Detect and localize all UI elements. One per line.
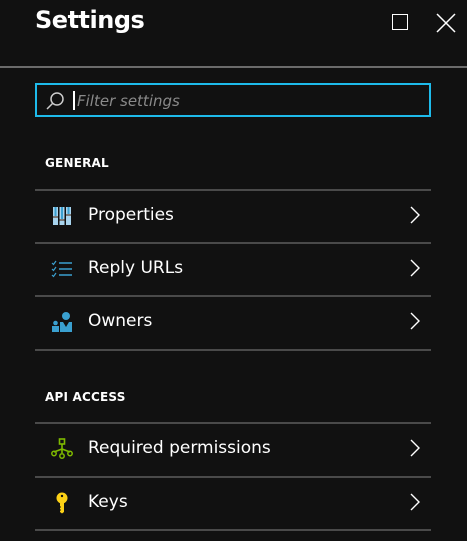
item-label: Required permissions (88, 438, 271, 458)
section-api-access-label: API ACCESS (45, 390, 126, 404)
chevron-right-icon (410, 439, 420, 457)
header-divider (0, 66, 467, 68)
item-label: Properties (88, 205, 174, 225)
list-item-reply-urls[interactable]: Reply URLs (35, 242, 431, 295)
list-item-keys[interactable]: Keys (35, 476, 431, 531)
close-icon[interactable] (436, 13, 456, 33)
chevron-right-icon (410, 493, 420, 511)
divider (35, 349, 431, 351)
search-icon (46, 92, 64, 110)
filter-settings-input[interactable] (75, 89, 419, 113)
checklist-icon (51, 260, 72, 278)
key-icon (56, 492, 68, 514)
list-item-owners[interactable]: Owners (35, 295, 431, 348)
owners-icon (52, 312, 72, 332)
list-item-properties[interactable]: Properties (35, 189, 431, 242)
item-label: Reply URLs (88, 258, 184, 278)
properties-icon (53, 207, 71, 225)
chevron-right-icon (410, 312, 420, 330)
item-label: Owners (88, 311, 153, 331)
chevron-right-icon (410, 259, 420, 277)
list-item-required-permissions[interactable]: Required permissions (35, 422, 431, 476)
maximize-button[interactable] (392, 14, 408, 30)
permissions-icon (51, 438, 73, 459)
filter-settings-box[interactable] (35, 83, 431, 117)
section-general-label: GENERAL (45, 156, 109, 170)
chevron-right-icon (410, 206, 420, 224)
item-label: Keys (88, 492, 128, 512)
page-title: Settings (35, 6, 145, 34)
